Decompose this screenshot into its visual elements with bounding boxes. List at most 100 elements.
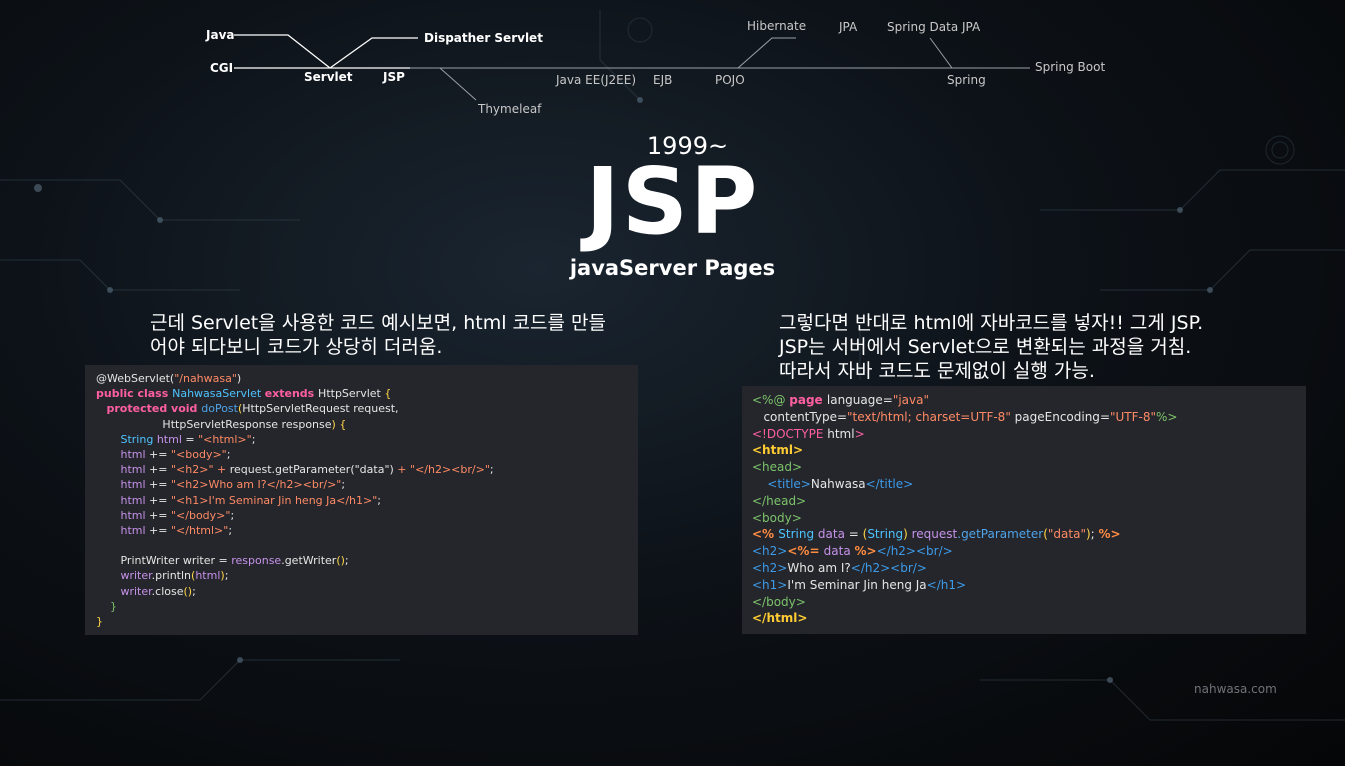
code-token: <%@ xyxy=(752,393,790,407)
code-token: </html> xyxy=(752,611,808,626)
code-token: ; xyxy=(228,523,233,537)
jsp-description: 그렇다면 반대로 html에 자바코드를 넣자!! 그게 JSP. JSP는 서… xyxy=(779,311,1203,383)
history-timeline: Java CGI Servlet JSP Dispather Servlet T… xyxy=(205,19,1105,116)
code-token: %> xyxy=(1156,409,1178,424)
code-line: PrintWriter writer = response.getWriter(… xyxy=(96,553,638,568)
code-line: </body> xyxy=(752,594,1306,611)
code-line: <html> xyxy=(752,442,1306,459)
timeline-hibernate: Hibernate xyxy=(747,19,806,33)
code-token: ; xyxy=(344,554,349,568)
title-text: JSP xyxy=(585,148,760,255)
code-token: ; xyxy=(224,569,229,583)
code-token: <!DOCTYPE xyxy=(752,426,828,441)
timeline-cgi: CGI xyxy=(210,61,233,75)
code-line: contentType="text/html; charset=UTF-8" p… xyxy=(752,409,1306,426)
code-token: <h2> xyxy=(752,544,788,559)
code-token: writer xyxy=(120,584,152,598)
timeline-jpa: JPA xyxy=(838,20,858,34)
code-line: @WebServlet("/nahwasa") xyxy=(96,371,638,386)
code-token: I'm Seminar Jin heng Ja xyxy=(787,577,927,592)
code-token: <h1> xyxy=(752,577,788,592)
code-token: data xyxy=(817,527,849,542)
code-token: "<h2>Who am I?</h2><br/>" xyxy=(170,478,342,492)
code-line: </head> xyxy=(752,493,1306,510)
code-token: html xyxy=(120,508,150,522)
code-token: = xyxy=(836,409,848,424)
code-token: = xyxy=(185,432,199,446)
code-line: <head> xyxy=(752,459,1306,476)
code-token: html xyxy=(827,426,855,441)
code-token: = xyxy=(848,527,863,542)
code-token: { xyxy=(384,387,392,401)
code-token: .close xyxy=(151,584,184,598)
code-token: </h2><br/> xyxy=(850,560,927,575)
code-line: <title>Nahwasa</title> xyxy=(752,476,1306,493)
code-line: </html> xyxy=(752,610,1306,627)
code-token: += xyxy=(149,463,171,477)
code-token: html xyxy=(120,447,150,461)
servlet-description-line: 어야 되다보니 코드가 상당히 더러움. xyxy=(150,336,443,358)
code-token: page xyxy=(789,393,827,407)
code-token: .getWriter xyxy=(281,554,337,568)
code-token: "<h1>I'm Seminar Jin heng Ja</h1>" xyxy=(170,493,378,507)
code-token: PrintWriter writer = xyxy=(96,554,232,568)
code-token: </title> xyxy=(865,476,914,491)
code-token: "UTF-8" xyxy=(1110,409,1157,424)
code-token: extends xyxy=(264,387,319,401)
code-token: response xyxy=(231,554,282,568)
code-token: "<h2>" + xyxy=(170,463,230,477)
code-token: doPost xyxy=(201,402,238,416)
code-token: ) { xyxy=(331,417,347,431)
hero-subtitle: javaServer Pages xyxy=(569,256,776,280)
code-token: } xyxy=(96,615,103,628)
code-line xyxy=(96,538,638,553)
code-token: () xyxy=(183,584,193,598)
code-token: NahwasaServlet xyxy=(172,387,265,401)
timeline-springdatajpa: Spring Data JPA xyxy=(887,20,981,34)
code-line: protected void doPost(HttpServletRequest… xyxy=(96,401,638,416)
code-token: pageEncoding xyxy=(1014,409,1100,424)
code-token: <h2> xyxy=(752,560,788,575)
jsp-code-block: <%@ page language="java" contentType="te… xyxy=(742,386,1306,634)
code-token: </head> xyxy=(752,493,807,508)
code-token: writer xyxy=(120,569,152,583)
code-line: } xyxy=(96,614,638,629)
code-token: "<html>" xyxy=(198,432,252,446)
code-line: <h1>I'm Seminar Jin heng Ja</h1> xyxy=(752,577,1306,594)
code-token: "</body>" xyxy=(170,508,231,522)
code-line: <body> xyxy=(752,510,1306,527)
code-token: <head> xyxy=(752,460,803,475)
code-token: public class xyxy=(96,387,173,401)
jsp-description-line: 그렇다면 반대로 html에 자바코드를 넣자!! 그게 JSP. xyxy=(779,312,1204,334)
timeline-spring: Spring xyxy=(947,73,986,87)
code-token: <body> xyxy=(752,510,802,525)
timeline-java: Java xyxy=(205,28,234,42)
code-token: ; xyxy=(1090,527,1099,542)
hero-title: JSP xyxy=(0,148,1345,255)
footer-watermark: nahwasa.com xyxy=(1194,682,1277,696)
code-token: += xyxy=(149,493,171,507)
timeline-ejb: EJB xyxy=(653,73,672,87)
code-token: @WebServlet( xyxy=(96,372,175,385)
code-line: <%@ page language="java" xyxy=(752,392,1306,409)
code-token: String xyxy=(778,527,818,542)
code-token: String xyxy=(867,527,904,542)
code-token: protected void xyxy=(106,402,202,416)
code-line: html += "</body>"; xyxy=(96,508,638,523)
code-token: ; xyxy=(489,463,494,477)
code-token: ; xyxy=(341,478,346,492)
code-token: += xyxy=(149,508,171,522)
code-token: contentType xyxy=(752,409,837,424)
code-token: () xyxy=(336,554,345,568)
code-token: "/nahwasa" xyxy=(174,372,237,385)
code-token: html xyxy=(120,463,150,477)
code-token: ) xyxy=(236,372,242,385)
